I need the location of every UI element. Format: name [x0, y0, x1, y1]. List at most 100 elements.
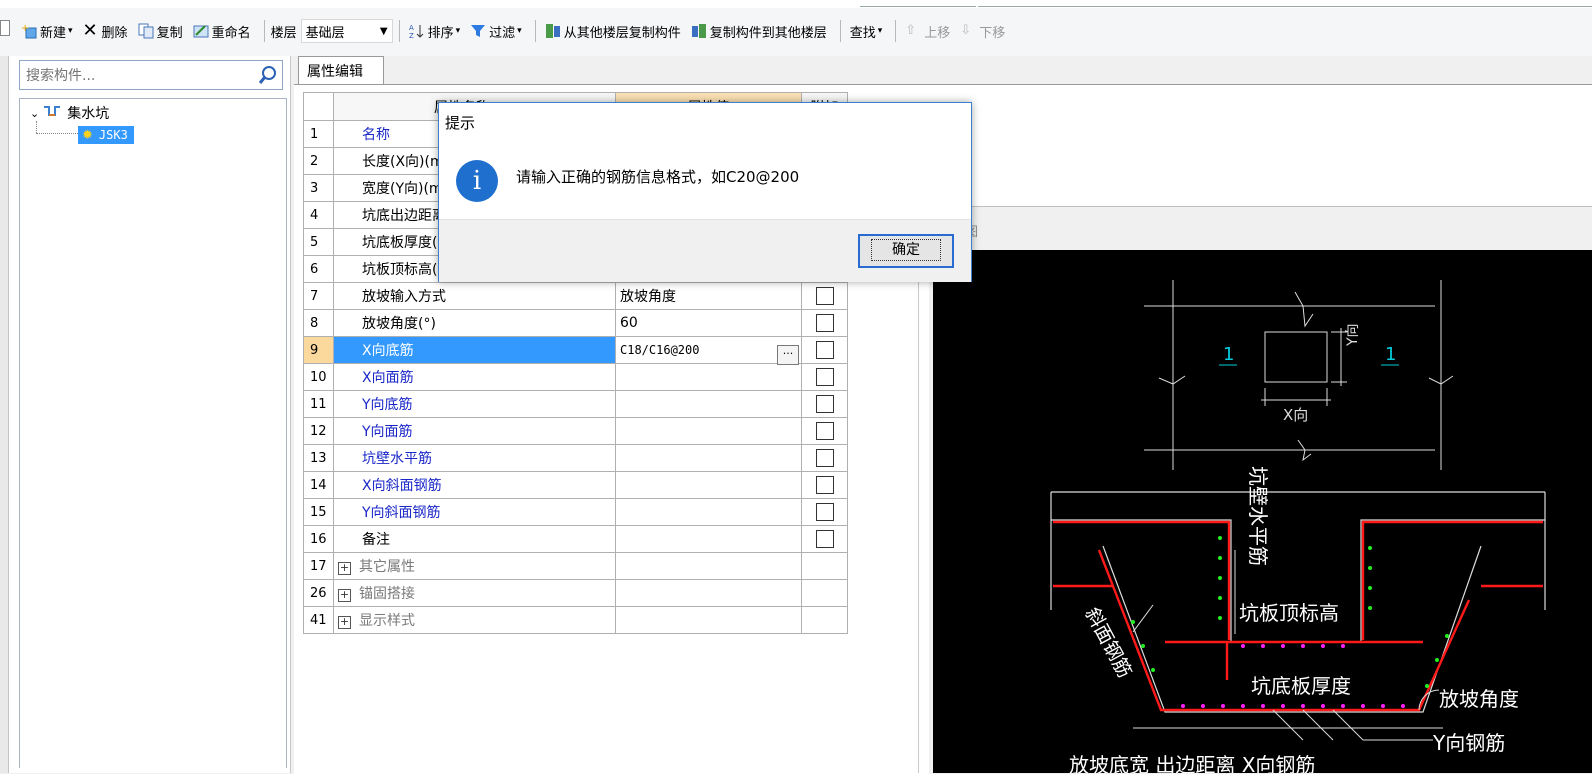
new-button[interactable]: + 新建 ▾	[18, 18, 76, 44]
property-value[interactable]: 60	[615, 309, 802, 337]
property-value[interactable]	[615, 525, 802, 553]
property-value[interactable]	[615, 471, 802, 499]
move-down-button[interactable]: ⇩ 下移	[957, 18, 1008, 44]
property-name[interactable]: 放坡角度(°)	[333, 309, 616, 337]
tree-connector	[36, 121, 38, 133]
row-number: 12	[303, 417, 334, 445]
rename-button[interactable]: 重命名	[190, 18, 254, 44]
extra-cell	[801, 498, 848, 526]
search-icon[interactable]	[257, 64, 279, 86]
toolbar: + 新建 ▾ ✕ 删除 复制 重命名 楼层 基础层 ▼ A Z 排序 ▾ 过滤 …	[0, 8, 1592, 56]
group-name[interactable]: + 其它属性	[333, 552, 616, 580]
table-row[interactable]: 13 坑壁水平筋	[303, 444, 848, 472]
sort-icon: AZ	[409, 23, 425, 40]
splitter[interactable]	[918, 206, 919, 773]
property-value[interactable]	[615, 417, 802, 445]
tree-node-jsk3[interactable]: ✹ JSK3	[78, 126, 134, 144]
row-number: 17	[303, 552, 334, 580]
tab-property-edit[interactable]: 属性编辑	[298, 56, 384, 84]
property-name[interactable]: 坑壁水平筋	[333, 444, 616, 472]
extra-cell	[801, 363, 848, 391]
table-row[interactable]: 10 X向面筋	[303, 363, 848, 391]
chevron-down-icon: ▾	[517, 26, 522, 36]
property-name[interactable]: 备注	[333, 525, 616, 553]
property-name[interactable]: X向面筋	[333, 363, 616, 391]
extra-checkbox[interactable]	[815, 395, 834, 413]
table-row[interactable]: 14 X向斜面钢筋	[303, 471, 848, 499]
extra-checkbox[interactable]	[815, 287, 834, 305]
dialog-footer: 确定	[439, 219, 971, 282]
extra-checkbox[interactable]	[815, 449, 834, 467]
row-number: 7	[303, 282, 334, 310]
delete-button[interactable]: ✕ 删除	[80, 18, 131, 44]
extra-checkbox[interactable]	[815, 368, 834, 386]
extra-checkbox[interactable]	[815, 530, 834, 548]
table-row[interactable]: 11 Y向底筋	[303, 390, 848, 418]
expand-icon[interactable]: +	[338, 616, 351, 629]
ok-button[interactable]: 确定	[858, 234, 954, 268]
property-value[interactable]	[615, 498, 802, 526]
group-row[interactable]: 17 + 其它属性	[303, 552, 848, 580]
extra-checkbox[interactable]	[815, 503, 834, 521]
property-name[interactable]: 放坡输入方式	[333, 282, 616, 310]
gear-icon: ✹	[82, 127, 93, 143]
ellipsis-button[interactable]: ···	[777, 344, 799, 365]
toolbar-row: + 新建 ▾ ✕ 删除 复制 重命名 楼层 基础层 ▼ A Z 排序 ▾ 过滤 …	[18, 16, 1012, 46]
drawing-header: 图	[929, 207, 1592, 249]
property-name[interactable]: Y向斜面钢筋	[333, 498, 616, 526]
plan-dim-y: Y向	[1345, 323, 1361, 347]
property-name[interactable]: Y向底筋	[333, 390, 616, 418]
expand-icon[interactable]: +	[338, 562, 351, 575]
table-row[interactable]: 9 X向底筋 C18/C16@200	[303, 336, 848, 364]
new-icon: +	[21, 23, 37, 39]
property-name[interactable]: X向斜面钢筋	[333, 471, 616, 499]
left-gutter	[0, 56, 9, 773]
tab-strip	[294, 56, 1592, 84]
group-name[interactable]: + 显示样式	[333, 606, 616, 634]
group-name[interactable]: + 锚固搭接	[333, 579, 616, 607]
label-y-rebar: Y向钢筋	[1432, 731, 1505, 755]
table-row[interactable]: 12 Y向面筋	[303, 417, 848, 445]
filter-button[interactable]: 过滤 ▾	[467, 18, 525, 44]
sort-button[interactable]: AZ 排序 ▾	[406, 18, 464, 44]
table-row[interactable]: 8 放坡角度(°) 60	[303, 309, 848, 337]
row-number: 16	[303, 525, 334, 553]
plan-dim-x: X向	[1283, 406, 1308, 424]
table-row[interactable]: 16 备注	[303, 525, 848, 553]
label-wall-rebar: 坑壁水平筋	[1246, 466, 1270, 566]
svg-text:A: A	[409, 24, 414, 32]
copy-from-floor-button[interactable]: 从其他楼层复制构件	[542, 18, 684, 44]
property-value[interactable]	[615, 390, 802, 418]
copy-to-floor-button[interactable]: 复制构件到其他楼层	[688, 18, 830, 44]
property-name[interactable]: X向底筋	[333, 336, 616, 364]
find-button[interactable]: 查找 ▾	[847, 18, 886, 44]
search-input[interactable]	[24, 66, 254, 86]
property-value[interactable]	[615, 363, 802, 391]
property-value[interactable]	[615, 444, 802, 472]
row-number: 2	[303, 147, 334, 175]
toolbar-grip[interactable]	[0, 20, 10, 36]
group-row[interactable]: 26 + 锚固搭接	[303, 579, 848, 607]
property-value[interactable]: C18/C16@200	[615, 336, 802, 364]
extra-checkbox[interactable]	[815, 314, 834, 332]
label-slope-angle: 放坡角度	[1439, 687, 1519, 711]
move-up-button[interactable]: ⇧ 上移	[902, 18, 953, 44]
copy-button[interactable]: 复制	[135, 18, 186, 44]
row-number: 1	[303, 120, 334, 148]
extra-checkbox[interactable]	[815, 422, 834, 440]
tree-node-root[interactable]: ⌄ 集水坑	[30, 103, 109, 123]
property-name[interactable]: Y向面筋	[333, 417, 616, 445]
group-value	[615, 552, 802, 580]
extra-checkbox[interactable]	[815, 341, 834, 359]
chevron-down-icon[interactable]: ⌄	[30, 107, 39, 120]
filter-icon	[470, 23, 486, 39]
group-row[interactable]: 41 + 显示样式	[303, 606, 848, 634]
table-row[interactable]: 7 放坡输入方式 放坡角度	[303, 282, 848, 310]
extra-checkbox[interactable]	[815, 476, 834, 494]
property-value[interactable]: 放坡角度	[615, 282, 802, 310]
expand-icon[interactable]: +	[338, 589, 351, 602]
svg-text:+: +	[21, 23, 29, 34]
group-value	[615, 579, 802, 607]
table-row[interactable]: 15 Y向斜面钢筋	[303, 498, 848, 526]
floor-select[interactable]: 基础层 ▼	[300, 19, 393, 43]
